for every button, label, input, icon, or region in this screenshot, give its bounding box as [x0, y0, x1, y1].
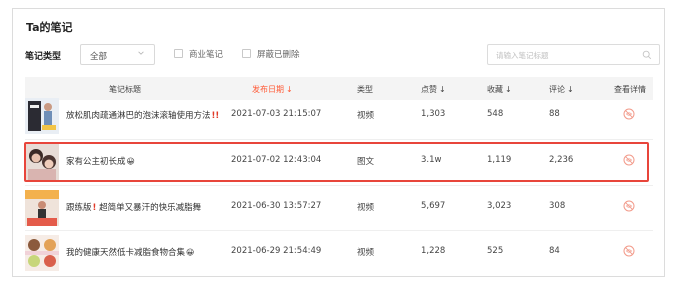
thumbnail-image [25, 144, 59, 180]
eye-off-icon[interactable] [622, 153, 636, 167]
column-favorites-label: 收藏 [487, 85, 503, 94]
note-title-text: 家有公主初长成 [66, 157, 126, 167]
note-thumbnail[interactable] [25, 235, 59, 271]
note-title[interactable]: 跟练版! 超简单又暴汗的快乐减脂舞 [66, 201, 201, 213]
smile-emoji-icon: 😀 [126, 157, 135, 166]
note-thumbnail[interactable] [25, 98, 59, 134]
note-type-select[interactable]: 全部 [80, 44, 155, 65]
double-exclamation-icon: !! [211, 111, 220, 121]
sort-arrow-icon: ↓ [567, 85, 574, 94]
note-type: 视频 [357, 203, 375, 213]
search-input[interactable] [496, 48, 636, 62]
table-row: 家有公主初长成😀 2021-07-02 12:43:04 图文 3.1w 1,1… [25, 140, 653, 184]
chevron-down-icon [138, 51, 144, 55]
publish-date: 2021-06-29 21:54:49 [231, 246, 322, 256]
thumbnail-image [25, 235, 59, 271]
search-icon[interactable] [642, 50, 652, 60]
sort-arrow-icon: ↓ [286, 85, 293, 94]
commercial-notes-checkbox[interactable]: 商业笔记 [174, 48, 239, 60]
likes-count: 3.1w [421, 155, 442, 165]
comments-count: 84 [549, 246, 560, 256]
sort-arrow-icon: ↓ [439, 85, 446, 94]
likes-count: 1,303 [421, 109, 446, 119]
favorites-count: 3,023 [487, 201, 512, 211]
eye-off-icon[interactable] [622, 199, 636, 213]
note-title-text: 跟练版 [66, 203, 92, 213]
smile-emoji-icon: 😀 [186, 248, 195, 257]
favorites-count: 548 [487, 109, 504, 119]
search-box [487, 44, 660, 65]
column-publish-date-label: 发布日期 [252, 85, 284, 94]
comments-count: 308 [549, 201, 566, 211]
favorites-count: 525 [487, 246, 504, 256]
publish-date: 2021-06-30 13:57:27 [231, 201, 322, 211]
comments-count: 2,236 [549, 155, 574, 165]
note-type-value: 全部 [90, 52, 108, 62]
favorites-count: 1,119 [487, 155, 512, 165]
eye-off-icon[interactable] [622, 244, 636, 258]
likes-count: 1,228 [421, 246, 446, 256]
panel-title: Ta的笔记 [26, 21, 73, 34]
note-type: 视频 [357, 111, 375, 121]
table-row: 我的健康天然低卡减脂食物合集😀 2021-06-29 21:54:49 视频 1… [25, 231, 653, 275]
checkbox-box [242, 49, 251, 58]
thumbnail-image [25, 98, 59, 134]
note-title[interactable]: 我的健康天然低卡减脂食物合集😀 [66, 246, 194, 258]
sort-arrow-icon: ↓ [505, 85, 512, 94]
commercial-notes-label: 商业笔记 [189, 50, 224, 60]
column-likes-label: 点赞 [421, 85, 437, 94]
likes-count: 5,697 [421, 201, 446, 211]
thumbnail-image [25, 190, 59, 226]
filter-row: 笔记类型 全部 商业笔记 屏蔽已删除 [25, 43, 660, 67]
note-thumbnail[interactable] [25, 190, 59, 226]
note-title[interactable]: 放松肌肉疏通淋巴的泡沫滚轴使用方法!! [66, 109, 219, 121]
hide-deleted-checkbox[interactable]: 屏蔽已删除 [242, 48, 312, 60]
publish-date: 2021-07-03 21:15:07 [231, 109, 322, 119]
table-row: 跟练版! 超简单又暴汗的快乐减脂舞 2021-06-30 13:57:27 视频… [25, 186, 653, 230]
note-type: 图文 [357, 157, 375, 167]
note-type: 视频 [357, 248, 375, 258]
publish-date: 2021-07-02 12:43:04 [231, 155, 322, 165]
eye-off-icon[interactable] [622, 107, 636, 121]
note-title[interactable]: 家有公主初长成😀 [66, 155, 135, 167]
note-title-text: 放松肌肉疏通淋巴的泡沫滚轴使用方法 [66, 111, 211, 121]
comments-count: 88 [549, 109, 560, 119]
note-title-text: 我的健康天然低卡减脂食物合集 [66, 248, 186, 258]
note-type-label: 笔记类型 [25, 52, 62, 62]
note-title-text: 超简单又暴汗的快乐减脂舞 [96, 203, 202, 213]
note-thumbnail[interactable] [25, 144, 59, 180]
table-row: 放松肌肉疏通淋巴的泡沫滚轴使用方法!! 2021-07-03 21:15:07 … [25, 94, 653, 138]
column-comments-label: 评论 [549, 85, 565, 94]
hide-deleted-label: 屏蔽已删除 [257, 50, 300, 60]
checkbox-box [174, 49, 183, 58]
